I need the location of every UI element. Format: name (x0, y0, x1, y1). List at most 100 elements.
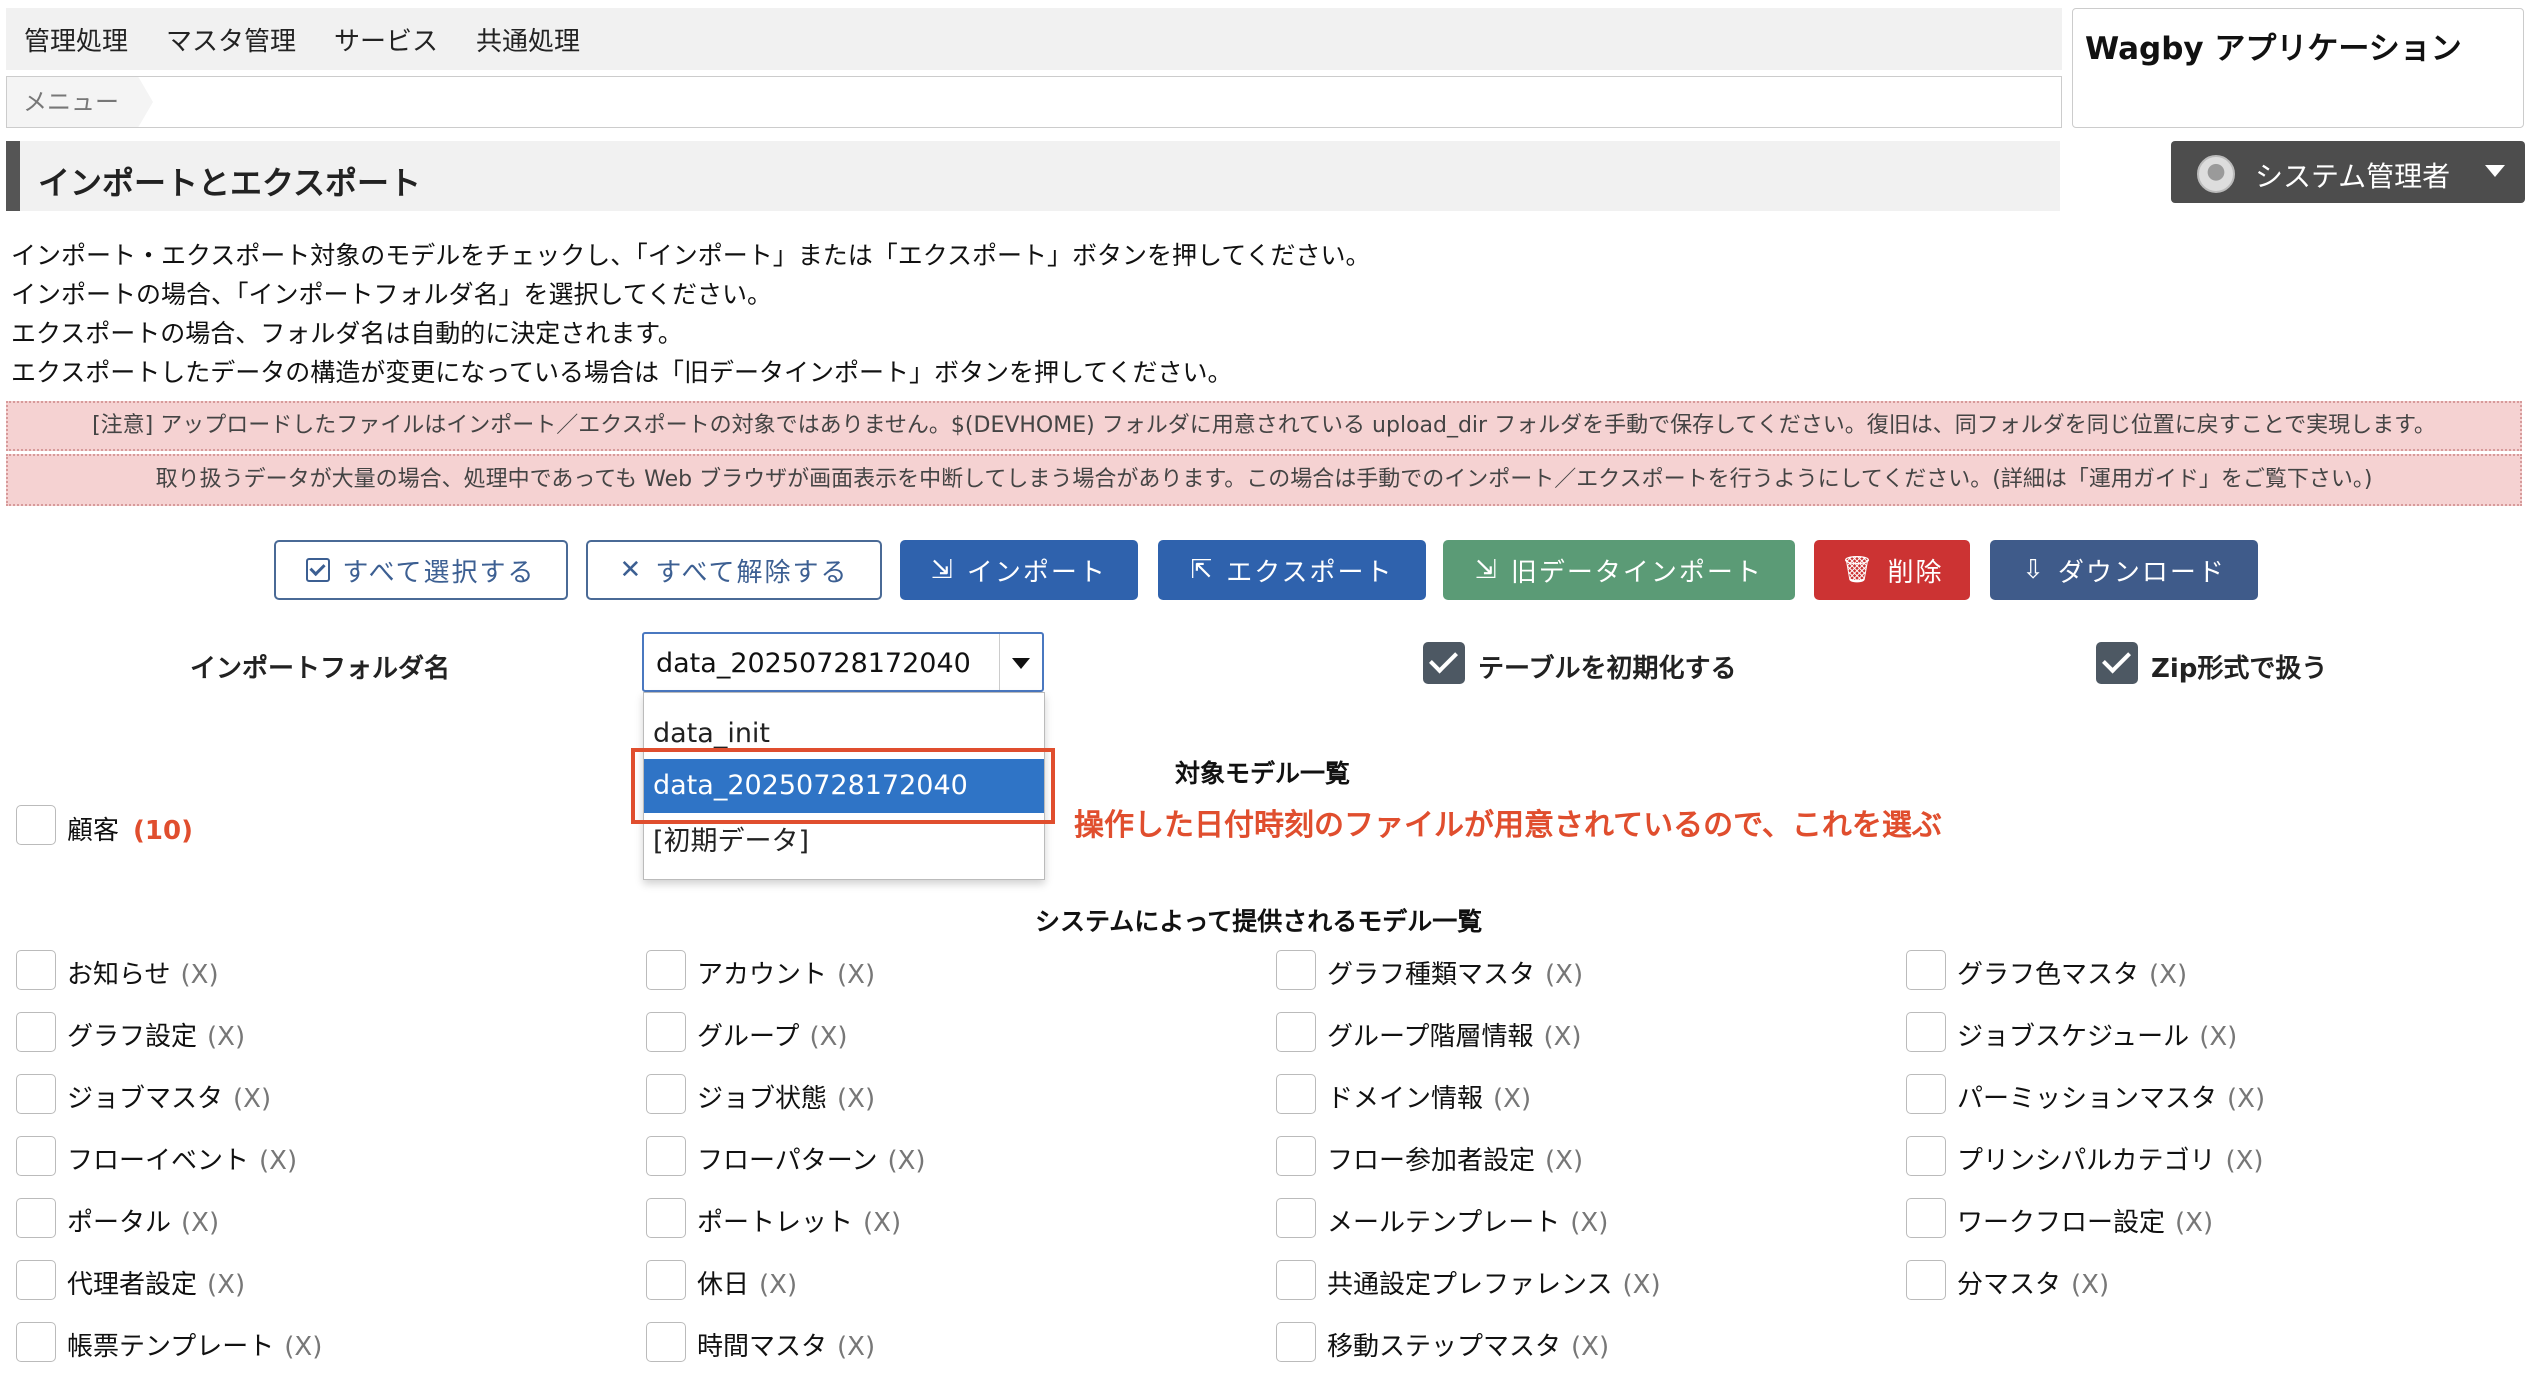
chevron-down-icon (1012, 658, 1030, 669)
app-title-box: Wagby アプリケーション (2072, 8, 2524, 128)
header-accent-bar (6, 141, 20, 211)
model-checkbox[interactable] (1906, 1136, 1946, 1176)
model-checkbox[interactable] (1906, 1012, 1946, 1052)
record-count: (X) (1571, 1332, 1610, 1362)
model-item-label: 時間マスタ (X) (697, 1332, 876, 1362)
model-checkbox[interactable] (16, 1012, 56, 1052)
select-all-button[interactable]: すべて選択する (274, 540, 568, 600)
record-count: (X) (2199, 1022, 2238, 1052)
user-menu-button[interactable]: システム管理者 (2171, 141, 2525, 203)
import-button[interactable]: ⇲ インポート (900, 540, 1138, 600)
app-title: Wagby アプリケーション (2085, 31, 2462, 67)
top-menu-bar: 管理処理 マスタ管理 サービス 共通処理 (6, 8, 2062, 70)
import-folder-select[interactable]: data_20250728172040 (642, 632, 1044, 692)
menu-master[interactable]: マスタ管理 (166, 21, 296, 58)
model-checkbox[interactable] (16, 1260, 56, 1300)
model-item-label: お知らせ (X) (67, 960, 219, 990)
record-count: (X) (259, 1146, 298, 1176)
model-checkbox[interactable] (1276, 1136, 1316, 1176)
model-item-label: グループ (X) (697, 1022, 848, 1052)
target-models-title: 対象モデル一覧 (1175, 759, 1351, 788)
record-count: (X) (181, 1208, 220, 1238)
model-item-label: ポートレット (X) (697, 1208, 902, 1238)
model-checkbox[interactable] (16, 1136, 56, 1176)
model-item-label: グラフ設定 (X) (67, 1022, 246, 1052)
record-count: (X) (759, 1270, 798, 1300)
instruction-line: エクスポートしたデータの構造が変更になっている場合は「旧データインポート」ボタン… (11, 358, 1233, 387)
model-item-label: ジョブスケジュール (X) (1957, 1022, 2238, 1052)
model-checkbox[interactable] (1276, 1260, 1316, 1300)
model-item-label: ジョブマスタ (X) (67, 1084, 272, 1114)
model-checkbox[interactable] (646, 1136, 686, 1176)
instruction-line: インポート・エクスポート対象のモデルをチェックし、「インポート」または「エクスポ… (11, 241, 1371, 270)
notice-upload: [注意] アップロードしたファイルはインポート／エクスポートの対象ではありません… (6, 401, 2522, 451)
annotation-text: 操作した日付時刻のファイルが用意されているので、これを選ぶ (1074, 808, 1942, 843)
model-checkbox[interactable] (1276, 1322, 1316, 1362)
model-item-label: 代理者設定 (X) (67, 1270, 246, 1300)
model-checkbox[interactable] (16, 805, 56, 845)
deselect-all-button[interactable]: ✕ すべて解除する (586, 540, 882, 600)
model-item-label: 分マスタ (X) (1957, 1270, 2110, 1300)
model-checkbox[interactable] (1906, 1074, 1946, 1114)
model-item-label: ジョブ状態 (X) (697, 1084, 876, 1114)
menu-common[interactable]: 共通処理 (476, 21, 580, 58)
model-item-label: フロー参加者設定 (X) (1327, 1146, 1584, 1176)
record-count: (X) (207, 1270, 246, 1300)
breadcrumb-menu[interactable]: メニュー (7, 77, 153, 127)
model-checkbox[interactable] (646, 950, 686, 990)
highlight-box (631, 748, 1055, 824)
instructions: インポート・エクスポート対象のモデルをチェックし、「インポート」または「エクスポ… (11, 236, 1371, 392)
model-checkbox[interactable] (1906, 1198, 1946, 1238)
menu-service[interactable]: サービス (334, 21, 438, 58)
model-checkbox[interactable] (646, 1074, 686, 1114)
record-count: (X) (1545, 960, 1584, 990)
file-import-icon: ⇲ (931, 555, 955, 585)
model-checkbox[interactable] (646, 1260, 686, 1300)
model-item-label: 休日 (X) (697, 1270, 798, 1300)
model-item-label: フローパターン (X) (697, 1146, 926, 1176)
model-checkbox[interactable] (646, 1198, 686, 1238)
record-count: (X) (2225, 1146, 2264, 1176)
model-item-label: 帳票テンプレート (X) (67, 1332, 323, 1362)
model-checkbox[interactable] (1906, 1260, 1946, 1300)
download-button[interactable]: ⇩ ダウンロード (1990, 540, 2258, 600)
record-count: (X) (1543, 1022, 1582, 1052)
model-item-label: ポータル (X) (67, 1208, 220, 1238)
model-checkbox[interactable] (1276, 1198, 1316, 1238)
zip-label: Zip形式で扱う (2151, 654, 2328, 684)
page-header: インポートとエクスポート (6, 141, 2060, 211)
model-item-label: プリンシパルカテゴリ (X) (1957, 1146, 2264, 1176)
record-count: (X) (2227, 1084, 2266, 1114)
old-data-import-button[interactable]: ⇲ 旧データインポート (1443, 540, 1795, 600)
model-item-label: 顧客 (10) (67, 816, 193, 846)
file-import-icon: ⇲ (1475, 555, 1499, 585)
notice-large-data: 取り扱うデータが大量の場合、処理中であっても Web ブラウザが画面表示を中断し… (6, 454, 2522, 506)
model-item-label: 共通設定プレファレンス (X) (1327, 1270, 1661, 1300)
record-count: (X) (837, 1084, 876, 1114)
record-count: (X) (837, 960, 876, 990)
model-checkbox[interactable] (1906, 950, 1946, 990)
record-count: (X) (1622, 1270, 1661, 1300)
caret-down-icon (2485, 165, 2505, 177)
init-table-checkbox[interactable] (1423, 642, 1465, 684)
trash-icon: 🗑 (1840, 555, 1876, 585)
zip-checkbox[interactable] (2096, 642, 2138, 684)
model-checkbox[interactable] (646, 1322, 686, 1362)
model-checkbox[interactable] (16, 1198, 56, 1238)
export-button[interactable]: ⇱ エクスポート (1158, 540, 1426, 600)
record-count: (X) (1545, 1146, 1584, 1176)
record-count: (X) (837, 1332, 876, 1362)
model-checkbox[interactable] (16, 1322, 56, 1362)
model-checkbox[interactable] (1276, 1012, 1316, 1052)
menu-admin[interactable]: 管理処理 (24, 21, 128, 58)
delete-button[interactable]: 🗑 削除 (1814, 540, 1970, 600)
model-item-label: グラフ種類マスタ (X) (1327, 960, 1584, 990)
model-checkbox[interactable] (1276, 1074, 1316, 1114)
model-checkbox[interactable] (1276, 950, 1316, 990)
model-checkbox[interactable] (646, 1012, 686, 1052)
model-checkbox[interactable] (16, 1074, 56, 1114)
user-avatar-icon (2197, 155, 2235, 193)
system-models-title: システムによって提供されるモデル一覧 (1035, 907, 1483, 936)
file-export-icon: ⇱ (1190, 555, 1215, 585)
model-checkbox[interactable] (16, 950, 56, 990)
